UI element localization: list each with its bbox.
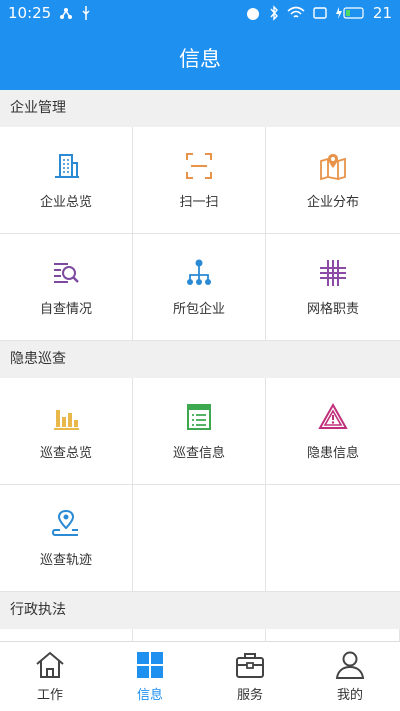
- section-header-enterprise: 企业管理: [0, 90, 400, 127]
- tiles-icon: [137, 652, 163, 678]
- usb-share-icon: [60, 8, 73, 19]
- tab-service[interactable]: 服务: [200, 642, 300, 711]
- search-list-icon: [54, 262, 79, 283]
- usb-icon: [82, 6, 90, 20]
- empty-cell: [266, 485, 400, 592]
- enterprise-grid: 企业总览 扫一扫 企业分布 自查情况 所包企业 网格职责: [0, 127, 400, 341]
- tile-label: 网格职责: [306, 301, 359, 317]
- grid-cell-stub[interactable]: [266, 629, 400, 641]
- tab-work[interactable]: 工作: [0, 642, 100, 711]
- sim-icon: [313, 7, 327, 19]
- building-icon: [55, 153, 79, 178]
- tab-label: 我的: [336, 688, 363, 703]
- tile-self-check[interactable]: 自查情况: [0, 234, 133, 341]
- tile-scan[interactable]: 扫一扫: [133, 127, 266, 234]
- section-header-inspection: 隐患巡查: [0, 341, 400, 378]
- bar-chart-icon: [54, 409, 79, 430]
- tab-label: 服务: [236, 688, 263, 703]
- tab-mine[interactable]: 我的: [300, 642, 400, 711]
- tile-enterprise-overview[interactable]: 企业总览: [0, 127, 133, 234]
- tile-assigned-enterprises[interactable]: 所包企业: [133, 234, 266, 341]
- tile-inspection-info[interactable]: 巡查信息: [133, 378, 266, 485]
- tile-label: 巡查信息: [172, 445, 225, 461]
- tab-label: 信息: [136, 688, 163, 703]
- org-tree-icon: [187, 259, 211, 285]
- grid-cell-stub[interactable]: [0, 629, 133, 641]
- tile-grid-duties[interactable]: 网格职责: [266, 234, 400, 341]
- battery-level: 21: [372, 4, 392, 22]
- empty-cell: [133, 485, 266, 592]
- page-title-bar: 信息: [0, 26, 400, 90]
- grid-icon: [320, 259, 346, 286]
- battery-icon: [335, 7, 364, 19]
- inspection-grid: 巡查总览 巡查信息 隐患信息 巡查轨迹: [0, 378, 400, 592]
- tab-label: 工作: [36, 688, 63, 703]
- alarm-icon: [246, 8, 259, 20]
- tile-label: 企业分布: [306, 194, 359, 210]
- list-icon: [187, 403, 211, 430]
- bluetooth-icon: [270, 5, 278, 21]
- tile-label: 巡查总览: [39, 445, 92, 461]
- bottom-tab-bar: 工作 信息 服务 我的: [0, 641, 400, 711]
- main-content: 企业管理 企业总览 扫一扫 企业分布 自查情况 所包企业 网格职责 隐患巡查 巡…: [0, 90, 400, 641]
- scan-icon: [186, 152, 212, 179]
- enforcement-grid: [0, 629, 400, 641]
- tile-label: 自查情况: [39, 301, 92, 317]
- toolbox-icon: [236, 653, 264, 678]
- person-icon: [335, 651, 365, 679]
- section-header-enforcement: 行政执法: [0, 592, 400, 629]
- tile-inspection-overview[interactable]: 巡查总览: [0, 378, 133, 485]
- tile-label: 企业总览: [39, 194, 92, 210]
- home-icon: [36, 651, 64, 678]
- warning-icon: [318, 402, 348, 429]
- grid-cell-stub[interactable]: [133, 629, 266, 641]
- tab-info[interactable]: 信息: [100, 642, 200, 711]
- tile-label: 巡查轨迹: [39, 552, 92, 568]
- map-pin-icon: [320, 153, 346, 180]
- tile-inspection-track[interactable]: 巡查轨迹: [0, 485, 133, 592]
- tile-label: 所包企业: [172, 301, 225, 317]
- tile-label: 扫一扫: [179, 194, 219, 210]
- tile-label: 隐患信息: [306, 445, 359, 461]
- status-time: 10:25: [8, 4, 52, 22]
- track-icon: [51, 509, 78, 536]
- status-bar: 10:25 21: [0, 0, 400, 26]
- wifi-icon: [287, 6, 305, 18]
- tile-hazard-info[interactable]: 隐患信息: [266, 378, 400, 485]
- page-title: 信息: [179, 47, 221, 71]
- tile-enterprise-distribution[interactable]: 企业分布: [266, 127, 400, 234]
